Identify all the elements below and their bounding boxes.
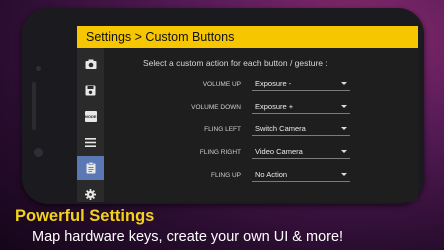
chevron-down-icon — [341, 150, 347, 153]
row-label-volume-up: VOLUME UP — [202, 81, 241, 88]
save-icon — [85, 85, 96, 95]
settings-content: Select a custom action for each button /… — [104, 48, 418, 202]
row-label-fling-left: FLING LEFT — [204, 126, 241, 133]
phone-camera — [34, 148, 43, 157]
dropdown-value: Exposure - — [255, 79, 292, 88]
volume-up-dropdown[interactable]: Exposure - — [252, 78, 350, 91]
gear-icon — [85, 188, 96, 200]
promo-subtext: Map hardware keys, create your own UI & … — [32, 229, 344, 245]
mode-icon-label: MODE — [84, 113, 97, 119]
sidebar-item-mode[interactable]: MODE — [77, 104, 104, 128]
sidebar: MODE — [77, 48, 104, 202]
sidebar-item-camera[interactable] — [77, 52, 104, 76]
chevron-down-icon — [341, 82, 347, 85]
dropdown-value: Switch Camera — [255, 124, 306, 133]
page-title: Settings > Custom Buttons — [86, 30, 235, 44]
fling-up-dropdown[interactable]: No Action — [252, 169, 350, 182]
volume-down-dropdown[interactable]: Exposure + — [252, 101, 350, 114]
instruction-text: Select a custom action for each button /… — [143, 58, 328, 68]
mode-icon: MODE — [84, 110, 97, 122]
row-label-fling-up: FLING UP — [211, 172, 241, 179]
phone-sensor — [36, 66, 41, 71]
chevron-down-icon — [341, 105, 347, 108]
camera-icon — [85, 59, 96, 69]
phone-speaker — [32, 82, 36, 130]
chevron-down-icon — [341, 127, 347, 130]
row-label-volume-down: VOLUME DOWN — [191, 104, 241, 111]
row-label-fling-right: FLING RIGHT — [199, 149, 241, 156]
clipboard-icon — [86, 162, 95, 174]
sidebar-item-settings[interactable] — [77, 182, 104, 202]
app-screen: Settings > Custom Buttons MODE Select a … — [77, 26, 418, 202]
sidebar-item-save[interactable] — [77, 78, 104, 102]
promo-heading: Powerful Settings — [15, 207, 155, 225]
phone-frame: Settings > Custom Buttons MODE Select a … — [22, 8, 424, 204]
fling-right-dropdown[interactable]: Video Camera — [252, 146, 350, 159]
menu-icon — [85, 137, 96, 147]
dropdown-value: Exposure + — [255, 102, 294, 111]
sidebar-item-menu[interactable] — [77, 130, 104, 154]
dropdown-value: Video Camera — [255, 147, 303, 156]
sidebar-item-custom-buttons[interactable] — [77, 156, 104, 180]
chevron-down-icon — [341, 173, 347, 176]
fling-left-dropdown[interactable]: Switch Camera — [252, 123, 350, 136]
title-bar: Settings > Custom Buttons — [77, 26, 418, 48]
dropdown-value: No Action — [255, 170, 288, 179]
